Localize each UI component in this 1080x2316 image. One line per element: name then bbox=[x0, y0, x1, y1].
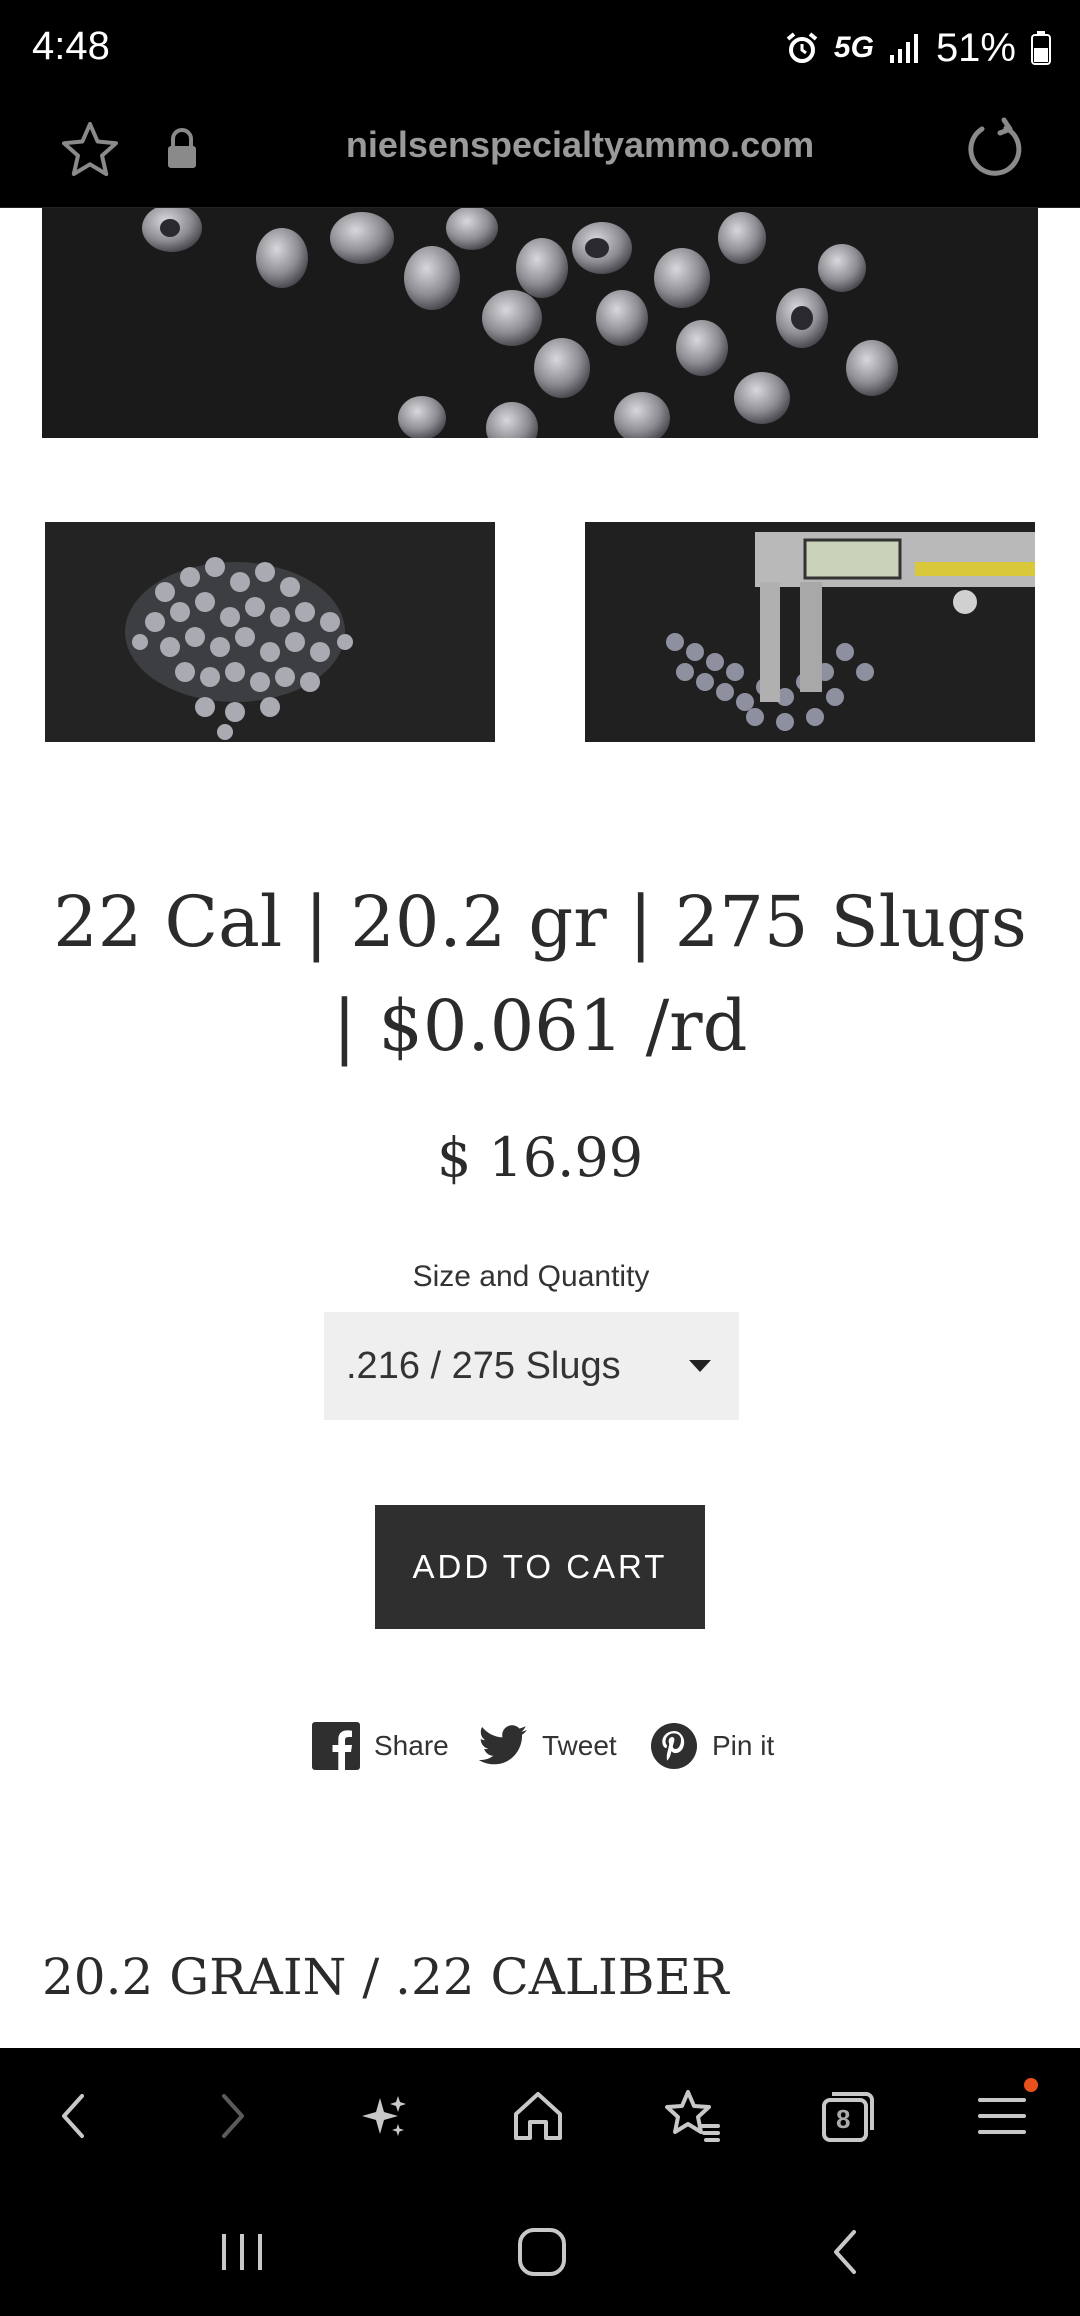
facebook-icon bbox=[312, 1722, 360, 1770]
notification-dot bbox=[1024, 2078, 1038, 2092]
variant-selected-value: .216 / 275 Slugs bbox=[346, 1344, 621, 1387]
tabs-button[interactable]: 8 bbox=[816, 2084, 880, 2148]
pin-label: Pin it bbox=[712, 1730, 775, 1761]
sparkle-ai-icon[interactable] bbox=[352, 2084, 416, 2148]
menu-button[interactable] bbox=[970, 2078, 1038, 2148]
share-facebook-link[interactable]: Share bbox=[312, 1718, 449, 1774]
menu-icon bbox=[978, 2098, 1026, 2134]
variant-label: Size and Quantity bbox=[412, 1260, 650, 1293]
browser-toolbar: 8 bbox=[0, 2048, 1080, 2180]
back-icon[interactable] bbox=[42, 2084, 106, 2148]
share-twitter-link[interactable]: Tweet bbox=[478, 1718, 617, 1774]
twitter-icon bbox=[478, 1725, 527, 1765]
network-type: 5G bbox=[833, 31, 874, 64]
chevron-down-icon bbox=[689, 1360, 711, 1372]
url-bar[interactable]: nielsenspecialtyammo.com bbox=[0, 96, 1080, 208]
product-title: 22 Cal | 20.2 gr | 275 Slugs | $0.061 /r… bbox=[40, 870, 1040, 1078]
forward-icon[interactable] bbox=[200, 2084, 264, 2148]
share-label: Share bbox=[374, 1730, 449, 1761]
slugs-pile-photo bbox=[45, 522, 495, 742]
home-nav-icon[interactable] bbox=[510, 2220, 574, 2284]
status-time: 4:48 bbox=[32, 24, 110, 68]
product-thumbnail-2[interactable] bbox=[585, 522, 1035, 742]
pinterest-icon bbox=[651, 1723, 697, 1769]
variant-select[interactable]: .216 / 275 Slugs bbox=[324, 1312, 739, 1420]
home-icon[interactable] bbox=[506, 2084, 570, 2148]
share-pinterest-link[interactable]: Pin it bbox=[650, 1718, 774, 1774]
reload-icon[interactable] bbox=[960, 114, 1032, 186]
slugs-photo bbox=[42, 208, 1038, 438]
bookmarks-icon[interactable] bbox=[660, 2084, 724, 2148]
signal-icon bbox=[889, 34, 918, 63]
page-content[interactable]: 22 Cal | 20.2 gr | 275 Slugs | $0.061 /r… bbox=[0, 208, 1080, 2048]
system-nav-bar bbox=[0, 2180, 1080, 2316]
recent-apps-icon[interactable] bbox=[210, 2220, 274, 2284]
status-bar: 4:48 5G 51% bbox=[0, 0, 1080, 96]
battery-icon bbox=[1031, 31, 1051, 65]
product-title-line-1: 22 Cal | 20.2 gr | 275 Slugs bbox=[53, 881, 1027, 963]
battery-percent: 51% bbox=[935, 25, 1016, 70]
product-title-line-2: | $0.061 /rd bbox=[332, 985, 748, 1067]
description-heading: 20.2 GRAIN / .22 CALIBER bbox=[42, 1948, 729, 2006]
product-main-image[interactable] bbox=[42, 208, 1038, 438]
back-nav-icon[interactable] bbox=[814, 2220, 878, 2284]
tab-count: 8 bbox=[836, 2104, 851, 2134]
product-price: $ 16.99 bbox=[436, 1126, 644, 1189]
add-to-cart-button[interactable]: ADD TO CART bbox=[375, 1505, 705, 1629]
tweet-label: Tweet bbox=[542, 1730, 617, 1761]
product-thumbnail-1[interactable] bbox=[45, 522, 495, 742]
alarm-icon bbox=[786, 32, 818, 63]
status-icons: 5G 51% bbox=[784, 24, 1052, 72]
caliper-measurement-photo bbox=[585, 522, 1035, 742]
url-domain[interactable]: nielsenspecialtyammo.com bbox=[0, 124, 1080, 166]
